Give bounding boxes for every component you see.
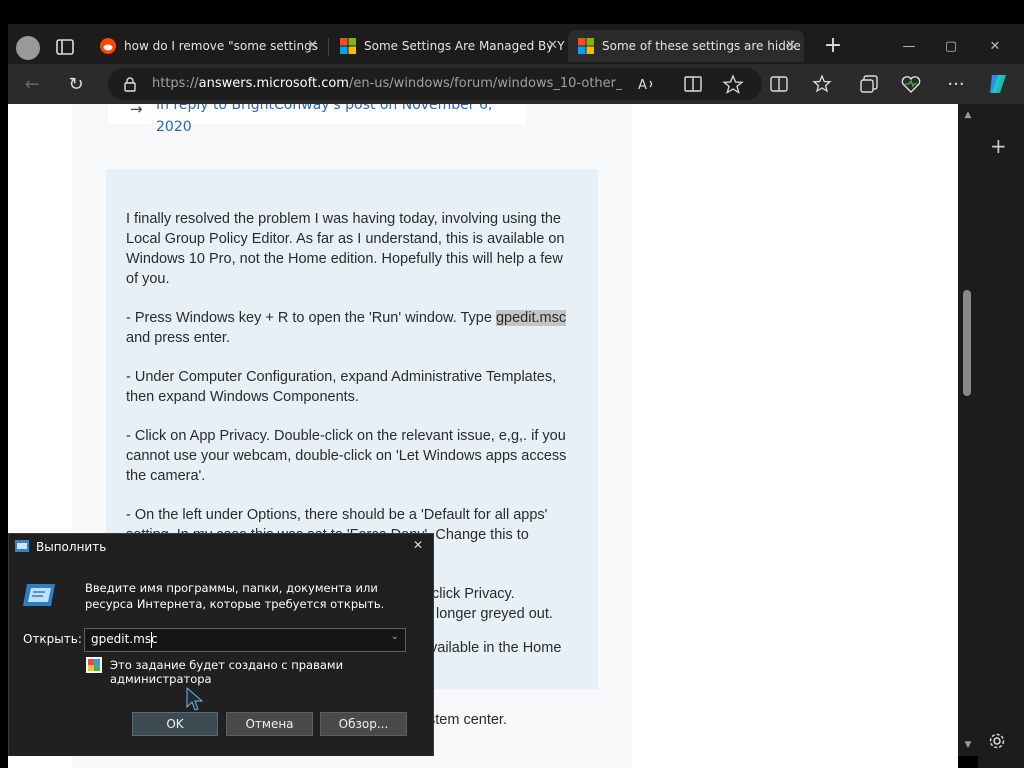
lock-icon[interactable]: [122, 76, 138, 92]
collections-icon[interactable]: [858, 73, 880, 95]
favorite-star-icon[interactable]: [722, 73, 744, 95]
tab-actions-icon[interactable]: [54, 36, 76, 58]
cancel-button[interactable]: Отмена: [226, 712, 313, 736]
answer-paragraph: - Press Windows key + R to open the 'Run…: [126, 308, 576, 348]
reddit-icon: [100, 38, 116, 54]
split-screen-icon[interactable]: [768, 73, 790, 95]
highlighted-text: gpedit.msc: [495, 310, 567, 326]
paragraph-text: - Press Windows key + R to open the 'Run…: [126, 310, 496, 326]
add-sidebar-app-icon[interactable]: +: [990, 134, 1007, 158]
paragraph-text: - Under Computer Configuration, expand A…: [126, 369, 557, 405]
scroll-up-icon[interactable]: ▲: [961, 110, 975, 122]
answer-paragraph: - Click on App Privacy. Double-click on …: [126, 426, 576, 486]
immersive-reader-icon[interactable]: [682, 73, 704, 95]
reply-to-link[interactable]: → In reply to BrightConway's post on Nov…: [108, 104, 526, 135]
url-field[interactable]: https://answers.microsoft.com/en-us/wind…: [108, 68, 762, 100]
answer-paragraph: I finally resolved the problem I was hav…: [126, 209, 576, 289]
browser-essentials-icon[interactable]: [900, 73, 922, 95]
open-label: Открыть:: [23, 632, 82, 646]
scrollbar-thumb[interactable]: [963, 290, 971, 396]
minimize-button[interactable]: —: [896, 36, 922, 58]
url-text: https://answers.microsoft.com/en-us/wind…: [152, 76, 622, 91]
tab-title: Some Settings Are Managed By Y: [364, 39, 565, 53]
admin-shield-icon: [86, 657, 102, 673]
close-tab-icon[interactable]: ✕: [785, 30, 796, 62]
text-caret: [151, 632, 152, 648]
tab-microsoft-active[interactable]: Some of these settings are hidde ✕: [568, 30, 804, 62]
run-program-icon: [23, 584, 55, 606]
back-button[interactable]: ←: [20, 73, 44, 97]
paragraph-text: and press enter.: [126, 330, 230, 346]
after-text: stem center.: [428, 712, 507, 728]
vertical-scrollbar[interactable]: ▲ ▼: [958, 104, 978, 756]
paragraph-text: I finally resolved the problem I was hav…: [126, 211, 565, 287]
answer-paragraph: - Under Computer Configuration, expand A…: [126, 367, 576, 407]
run-icon: [15, 540, 29, 552]
tab-title: how do I remove "some settings: [124, 39, 318, 53]
copilot-icon[interactable]: [986, 71, 1012, 97]
svg-text:A: A: [638, 78, 647, 93]
ok-button[interactable]: OK: [132, 712, 218, 736]
close-tab-icon[interactable]: ✕: [547, 30, 558, 62]
microsoft-icon: [340, 38, 356, 54]
microsoft-icon: [578, 38, 594, 54]
reply-arrow-icon: →: [130, 104, 143, 118]
close-window-button[interactable]: ✕: [982, 36, 1008, 58]
sidebar-settings-icon[interactable]: [988, 732, 1006, 750]
mouse-cursor-icon: [186, 687, 204, 711]
run-command-input[interactable]: gpedit.msc ⌄: [84, 628, 406, 652]
partial-line: longer greyed out.: [436, 606, 553, 622]
browse-button[interactable]: Обзор...: [320, 712, 407, 736]
run-description: Введите имя программы, папки, документа …: [85, 581, 385, 611]
tab-reddit[interactable]: how do I remove "some settings ✕: [90, 30, 326, 62]
profile-avatar[interactable]: [16, 36, 40, 60]
address-toolbar: ← ↻ https://answers.microsoft.com/en-us/…: [8, 64, 1024, 104]
tab-separator: [328, 38, 329, 56]
browser-tab-bar: how do I remove "some settings ✕ Some Se…: [8, 24, 1024, 64]
refresh-button[interactable]: ↻: [64, 73, 88, 97]
run-dialog-titlebar[interactable]: Выполнить ✕: [9, 534, 433, 560]
read-aloud-icon[interactable]: A: [636, 73, 658, 95]
run-dialog: Выполнить ✕ Введите имя программы, папки…: [8, 533, 434, 756]
favorites-icon[interactable]: [812, 73, 834, 95]
tab-title: Some of these settings are hidde: [602, 39, 801, 53]
tab-microsoft-1[interactable]: Some Settings Are Managed By Y ✕: [330, 30, 566, 62]
close-tab-icon[interactable]: ✕: [307, 30, 318, 62]
maximize-button[interactable]: ▢: [938, 36, 964, 58]
partial-line: vailable in the Home: [430, 640, 562, 656]
browser-sidebar: +: [978, 104, 1024, 768]
admin-note: Это задание будет создано с правами адми…: [110, 658, 344, 686]
scroll-down-icon[interactable]: ▼: [961, 740, 975, 752]
run-command-value: gpedit.msc: [91, 632, 158, 646]
chevron-down-icon[interactable]: ⌄: [391, 631, 399, 642]
new-tab-button[interactable]: +: [822, 35, 844, 58]
close-dialog-button[interactable]: ✕: [409, 536, 427, 554]
more-options-button[interactable]: ···: [944, 73, 968, 97]
run-dialog-title: Выполнить: [36, 540, 107, 554]
partial-line: click Privacy.: [432, 586, 515, 602]
paragraph-text: - Click on App Privacy. Double-click on …: [126, 428, 567, 484]
